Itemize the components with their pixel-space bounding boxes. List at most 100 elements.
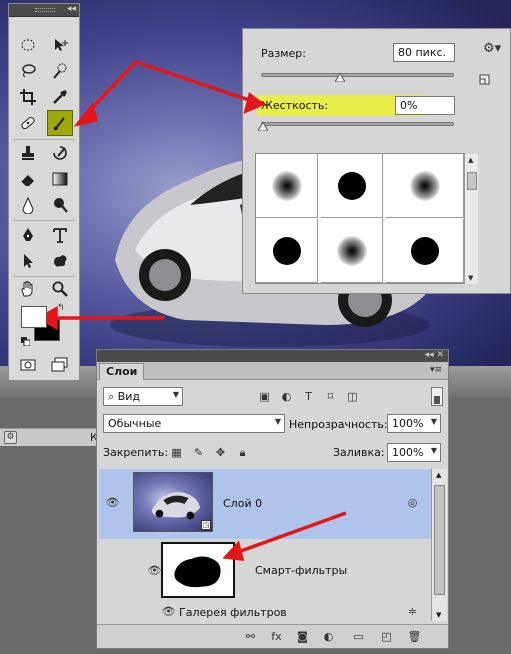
lasso-tool[interactable] xyxy=(17,60,39,82)
eye-icon[interactable]: 👁︎ xyxy=(161,604,176,619)
pen-tool[interactable] xyxy=(17,224,39,246)
brush-preset-hard-round[interactable] xyxy=(386,219,464,283)
tab-layers[interactable]: Слои xyxy=(99,363,145,380)
smart-object-filter-icon[interactable]: ◫ xyxy=(345,389,360,404)
quick-mask-icon xyxy=(20,359,36,371)
adjustment-filter-icon[interactable]: ◐ xyxy=(279,389,294,404)
trash-icon[interactable]: 🗑︎ xyxy=(407,629,422,644)
size-field[interactable]: 80 пикс. xyxy=(393,43,455,62)
brush-preset-soft-round[interactable] xyxy=(256,154,318,218)
crop-tool[interactable] xyxy=(17,86,39,108)
smart-filters-toggle-icon[interactable]: ◎ xyxy=(405,495,420,510)
filter-gallery-label: Галерея фильтров xyxy=(179,606,287,619)
clone-stamp-tool[interactable] xyxy=(17,142,39,164)
eyedropper-tool[interactable] xyxy=(49,86,71,108)
blend-mode-select[interactable]: Обычные ▼ xyxy=(103,414,285,433)
filter-mask-thumbnail[interactable] xyxy=(161,542,235,598)
opacity-value: 100% xyxy=(392,417,424,430)
foreground-color-swatch[interactable] xyxy=(21,306,47,328)
adjustment-layer-icon[interactable]: ◐ xyxy=(321,629,336,644)
lock-position-icon[interactable]: ✥ xyxy=(213,445,228,460)
gradient-tool[interactable] xyxy=(49,168,71,190)
layer-style-icon[interactable]: fx xyxy=(269,629,284,644)
hardness-label: Жесткость: xyxy=(261,99,329,112)
panel-menu-icon[interactable]: ▾≡ xyxy=(430,365,442,375)
lock-transparency-icon[interactable]: ▦ xyxy=(169,445,184,460)
link-layers-icon[interactable]: ⚯ xyxy=(243,629,258,644)
layer-row[interactable]: 👁︎ ◳ Слой 0 ◎ xyxy=(99,469,431,539)
brush-preset-hard-round[interactable] xyxy=(321,154,383,218)
brush-preset-hard-round[interactable] xyxy=(256,219,318,283)
shape-filter-icon[interactable]: ⌑ xyxy=(323,389,338,404)
path-selection-tool[interactable] xyxy=(17,250,39,272)
eye-icon[interactable]: 👁︎ xyxy=(147,563,162,578)
eyedropper-icon xyxy=(53,90,67,104)
blend-mode-value: Обычные xyxy=(108,417,162,430)
photoshop-screenshot: ⚙ К ◂◂ ↰ Размер: 80 пикс. ⚙▾ Жесткость: … xyxy=(0,0,511,654)
new-layer-icon[interactable]: ◰ xyxy=(379,629,394,644)
smart-filters-label: Смарт-фильтры xyxy=(255,564,348,577)
fill-label: Заливка: xyxy=(333,446,385,459)
gear-icon[interactable]: ⚙▾ xyxy=(483,41,501,56)
hard-round-brush-tip-icon xyxy=(410,236,439,265)
filter-toggle[interactable] xyxy=(431,387,443,406)
healing-brush-tool[interactable] xyxy=(17,112,39,134)
chevron-down-icon: ▼ xyxy=(430,446,437,455)
quick-selection-icon xyxy=(53,63,67,79)
dodge-tool[interactable] xyxy=(49,194,71,216)
smart-filters-row[interactable]: 👁︎ Смарт-фильтры xyxy=(99,539,431,603)
quick-selection-tool[interactable] xyxy=(49,60,71,82)
layer-thumbnail[interactable]: ◳ xyxy=(133,472,213,532)
blur-tool[interactable] xyxy=(17,194,39,216)
custom-shape-tool[interactable] xyxy=(49,250,71,272)
add-mask-icon[interactable]: ◙ xyxy=(295,629,310,644)
collapse-icon[interactable]: ◂◂ ✕ xyxy=(425,350,444,360)
hardness-slider-thumb[interactable] xyxy=(258,122,268,131)
status-menu-icon[interactable]: ⚙ xyxy=(4,431,17,444)
eye-icon[interactable]: 👁︎ xyxy=(105,495,120,510)
swap-colors-icon[interactable]: ↰ xyxy=(57,304,67,314)
brush-tool[interactable] xyxy=(47,110,73,136)
opacity-field[interactable]: 100% ▼ xyxy=(387,414,441,433)
history-brush-tool[interactable] xyxy=(49,142,71,164)
blending-options-icon[interactable]: ≑ xyxy=(405,604,420,619)
marquee-tool[interactable] xyxy=(17,34,39,56)
lock-pixels-icon[interactable]: ✎ xyxy=(191,445,206,460)
layer-filter-select[interactable]: ⌕ Вид ▼ xyxy=(103,387,183,406)
layers-scrollbar[interactable]: ▲ ▼ xyxy=(431,469,447,621)
hand-tool[interactable] xyxy=(17,278,39,300)
hardness-slider[interactable] xyxy=(261,122,454,126)
hard-round-brush-tip-icon xyxy=(337,171,366,200)
new-preset-icon[interactable] xyxy=(479,74,490,85)
layers-panel-header[interactable]: ◂◂ ✕ xyxy=(97,350,448,362)
lock-label: Закрепить: xyxy=(103,446,169,459)
size-slider-thumb[interactable] xyxy=(335,73,346,82)
size-slider[interactable] xyxy=(261,73,454,77)
type-icon xyxy=(53,228,67,243)
fill-field[interactable]: 100% ▼ xyxy=(387,443,441,462)
marquee-icon xyxy=(21,39,35,51)
screen-mode-button[interactable] xyxy=(49,354,71,376)
filter-gallery-row[interactable]: 👁︎ Галерея фильтров ≑ xyxy=(99,603,431,621)
hardness-field[interactable]: 0% xyxy=(395,96,455,115)
brush-preset-soft-round[interactable] xyxy=(386,154,464,218)
fill-value: 100% xyxy=(392,446,424,459)
brush-preset-picker: Размер: 80 пикс. ⚙▾ Жесткость: 0% ▲ ▼ xyxy=(242,28,511,294)
tools-panel-header[interactable]: ◂◂ xyxy=(9,4,79,17)
quick-mask-button[interactable] xyxy=(17,354,39,376)
bandage-icon xyxy=(21,116,35,130)
hand-icon xyxy=(21,281,33,297)
zoom-tool[interactable] xyxy=(49,278,71,300)
default-colors-icon[interactable] xyxy=(21,337,30,346)
collapse-icon[interactable]: ◂◂ xyxy=(67,4,76,14)
move-tool[interactable] xyxy=(49,34,71,56)
eraser-tool[interactable] xyxy=(17,168,39,190)
type-filter-icon[interactable]: T xyxy=(301,389,316,404)
search-icon: ⌕ xyxy=(108,390,118,403)
lock-all-icon[interactable]: 🔒︎ xyxy=(235,445,250,460)
presets-scrollbar[interactable]: ▲ ▼ xyxy=(464,154,478,284)
new-group-icon[interactable]: ▭ xyxy=(351,629,366,644)
type-tool[interactable] xyxy=(49,224,71,246)
brush-preset-soft-round[interactable] xyxy=(321,219,383,283)
pixel-filter-icon[interactable]: ▣ xyxy=(257,389,272,404)
